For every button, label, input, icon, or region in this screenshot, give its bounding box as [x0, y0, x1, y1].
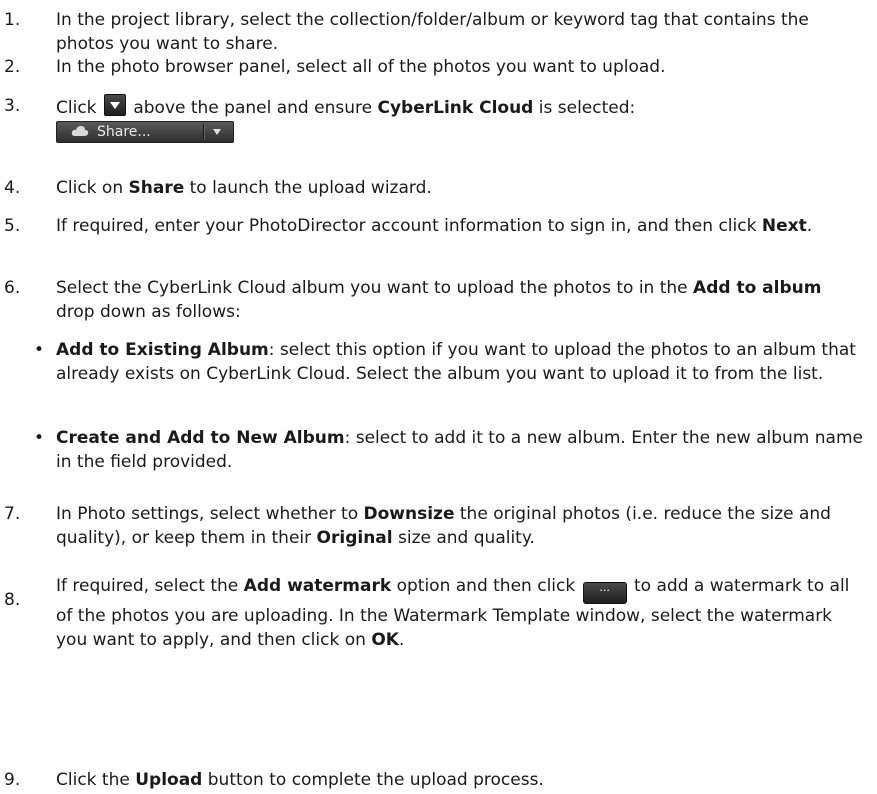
step-number: 1. — [4, 10, 21, 30]
step-text: In the photo browser panel, select all o… — [56, 57, 666, 77]
step-text-bold: CyberLink Cloud — [377, 98, 534, 118]
step-text: In Photo settings, select whether to Dow… — [56, 502, 864, 550]
step-text-before: If required, enter your PhotoDirector ac… — [56, 216, 757, 236]
share-button-label: Share... — [97, 124, 151, 140]
step-text-bold: Original — [316, 528, 393, 548]
step-number: 6. — [4, 278, 21, 298]
step-text: Click above the panel and ensure CyberLi… — [56, 94, 864, 120]
chevron-down-icon[interactable] — [213, 129, 221, 135]
step-text: In the project library, select the colle… — [56, 10, 809, 54]
step-text-bold: Add to album — [693, 278, 822, 298]
step-text: If required, select the Add watermark op… — [56, 574, 864, 652]
step-text-before: Select the CyberLink Cloud album you wan… — [56, 278, 688, 298]
step-text-bold: Upload — [135, 770, 203, 790]
more-options-button[interactable]: ··· — [582, 582, 627, 604]
step-text: Click on Share to launch the upload wiza… — [56, 176, 864, 200]
step-text-after: to launch the upload wizard. — [189, 178, 432, 198]
bullet-icon: • — [34, 340, 45, 360]
step-text-after: . — [806, 216, 813, 236]
bullet-text: Add to Existing Album: select this optio… — [56, 338, 864, 386]
step-text-bold: Next — [761, 216, 807, 236]
step-number: 3. — [4, 96, 21, 116]
step-text: Select the CyberLink Cloud album you wan… — [56, 276, 864, 324]
step-text-before: Click the — [56, 770, 130, 790]
share-button[interactable]: Share... — [56, 121, 234, 143]
step-text: If required, enter your PhotoDirector ac… — [56, 214, 864, 238]
bullet-icon: • — [34, 428, 45, 448]
step-text-after: drop down as follows: — [56, 302, 241, 322]
step-number: 4. — [4, 178, 21, 198]
step-text-after: size and quality. — [398, 528, 535, 548]
step-text-bold: OK — [371, 630, 399, 650]
bullet-text: Create and Add to New Album: select to a… — [56, 426, 864, 474]
step-text-before: Click — [56, 98, 97, 118]
step-text-before: Click on — [56, 178, 124, 198]
step-number: 5. — [4, 216, 21, 236]
bullet-bold: Create and Add to New Album — [56, 428, 345, 448]
step-text-after: button to complete the upload process. — [207, 770, 544, 790]
bullet-bold: Add to Existing Album — [56, 340, 269, 360]
step-number: 9. — [4, 770, 21, 790]
step-text-bold: Add watermark — [243, 576, 392, 596]
step-text-after: above the panel and ensure — [133, 98, 373, 118]
step-text-after: . — [398, 630, 405, 650]
step-number: 8. — [4, 590, 21, 610]
dropdown-arrow-button[interactable] — [103, 94, 126, 116]
cloud-icon — [71, 126, 89, 136]
step-text-tail: is selected: — [538, 98, 636, 118]
step-text-mid: option and then click — [396, 576, 576, 596]
step-text-before: In Photo settings, select whether to — [56, 504, 359, 524]
step-number: 2. — [4, 57, 21, 77]
step-text-bold: Downsize — [363, 504, 455, 524]
step-number: 7. — [4, 504, 21, 524]
separator — [203, 124, 205, 140]
step-text: Click the Upload button to complete the … — [56, 768, 864, 792]
step-text-bold: Share — [128, 178, 185, 198]
step-text-before: If required, select the — [56, 576, 239, 596]
